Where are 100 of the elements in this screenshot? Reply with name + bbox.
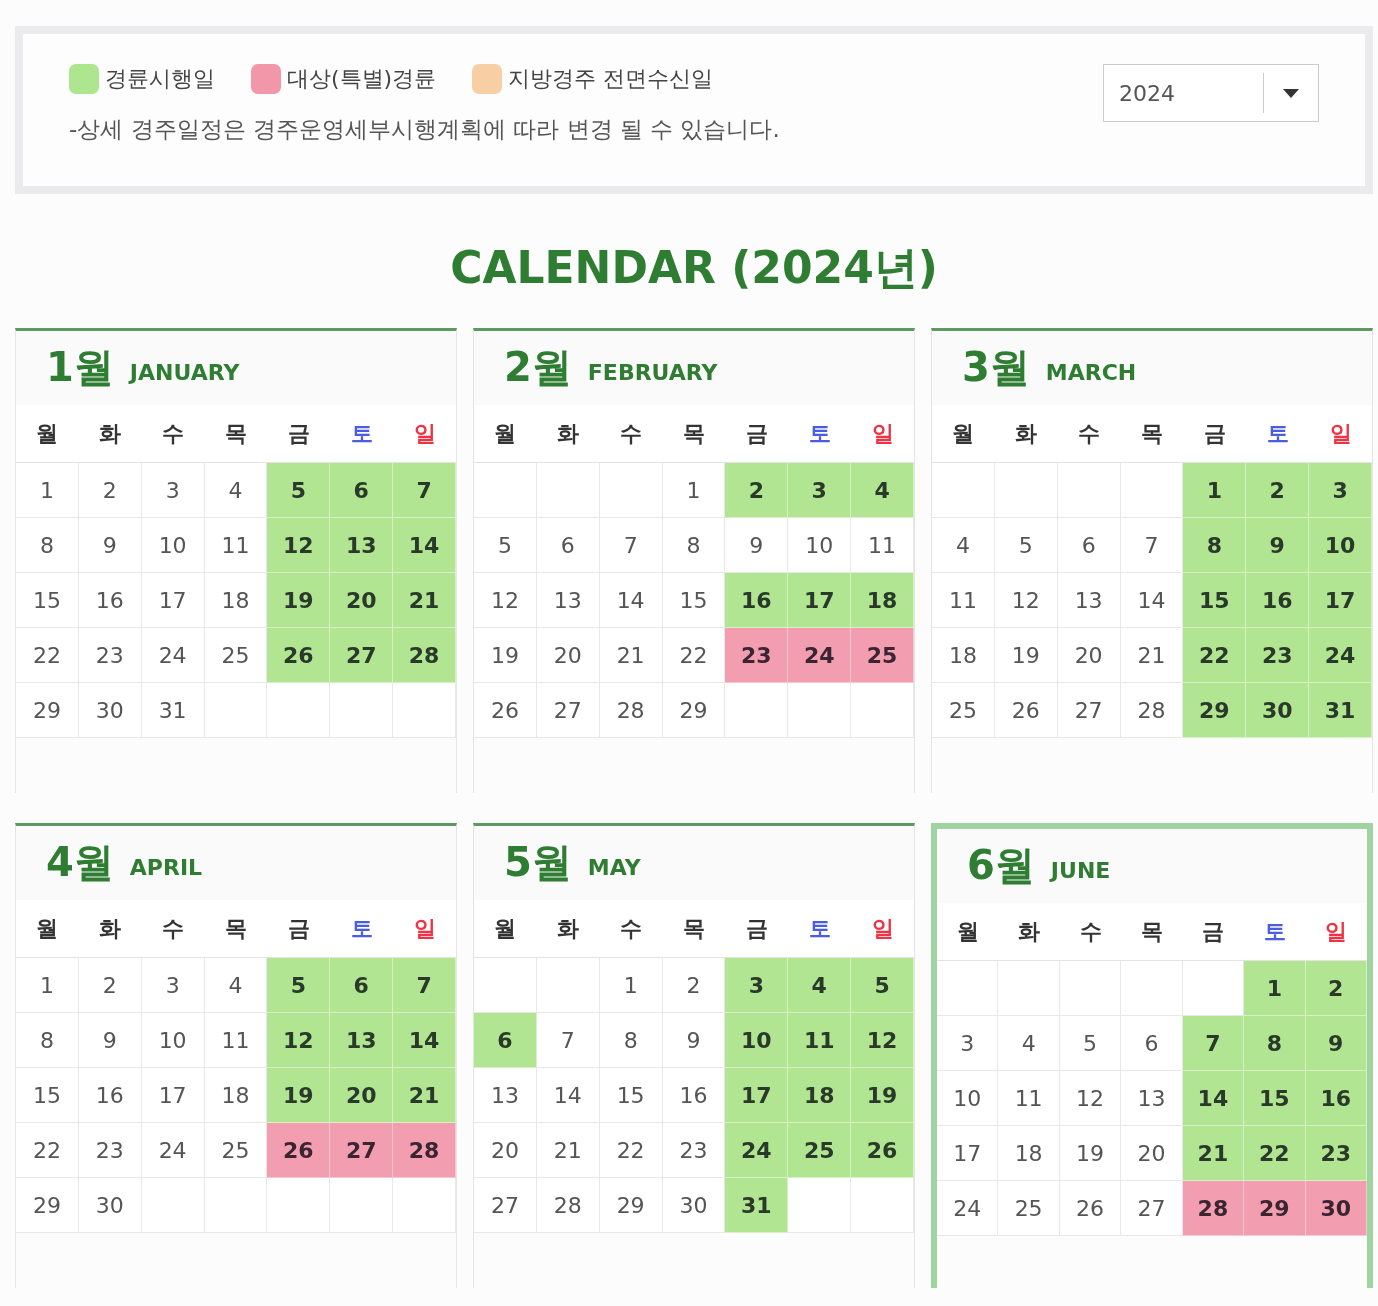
day-cell: 25 [788, 1123, 852, 1178]
day-cell: 8 [16, 1013, 79, 1068]
day-cell: 14 [1182, 1071, 1245, 1126]
day-cell: 10 [141, 1013, 205, 1068]
day-cell: 17 [725, 1068, 789, 1123]
empty-cell [599, 463, 663, 518]
weekday-label: 토 [1265, 419, 1290, 448]
day-cell: 29 [1183, 683, 1247, 738]
month-card[interactable]: 4월 APRIL 월 화 수 목 금 토 일 1 2 3 4 5 6 7 8 9 10 11 12 13 14 15 16 17 18 19 20 21 22 23 24 25 26 27 28 29 30 [15, 823, 457, 1288]
day-cell: 9 [1246, 518, 1310, 573]
day-cell: 5 [474, 518, 537, 573]
empty-cell [1059, 961, 1122, 1016]
day-cell: 20 [474, 1123, 537, 1178]
day-cell: 2 [78, 958, 142, 1013]
day-cell: 16 [78, 1068, 142, 1123]
day-cell: 14 [599, 573, 663, 628]
day-cell: 12 [267, 518, 331, 573]
day-cell: 3 [788, 463, 852, 518]
caret-icon [1283, 88, 1299, 98]
day-cell: 3 [1309, 463, 1372, 518]
day-cell: 2 [725, 463, 789, 518]
day-cell: 6 [1121, 1016, 1183, 1071]
day-cell: 4 [851, 463, 914, 518]
day-cell: 20 [330, 1068, 394, 1123]
calendar-title: CALENDAR (2024년) [449, 241, 939, 295]
weekday-label: 화 [1017, 917, 1042, 946]
day-cell: 10 [141, 518, 205, 573]
day-cell: 1 [599, 958, 663, 1013]
day-cell: 11 [998, 1071, 1060, 1126]
day-cell: 11 [932, 573, 995, 628]
month-card[interactable]: 3월 MARCH 월 화 수 목 금 토 일 1 2 3 4 5 6 7 8 9 10 11 12 13 14 15 16 17 18 19 20 21 22 23 24 25 26 27 28 29 30 31 [931, 328, 1373, 793]
day-cell: 7 [536, 1013, 600, 1068]
empty-cell [536, 958, 600, 1013]
weekday-label: 토 [807, 914, 832, 943]
year-select[interactable]: 2024 [1103, 64, 1319, 122]
month-name: MAY [587, 855, 641, 882]
month-name: JUNE [1050, 858, 1111, 885]
day-cell: 12 [851, 1013, 914, 1068]
weekday-label: 화 [1014, 419, 1039, 448]
weekday-label: 수 [619, 914, 644, 943]
month-card[interactable]: 5월 MAY 월 화 수 목 금 토 일 1 2 3 4 5 6 7 8 9 10 11 12 13 14 15 16 17 18 19 20 21 22 23 24 25 26 27 28 29 30 31 [473, 823, 915, 1288]
day-cell: 7 [393, 463, 456, 518]
weekday-label: 금 [1202, 419, 1227, 448]
day-cell: 13 [474, 1068, 537, 1123]
weekday-label: 금 [744, 419, 769, 448]
day-cell: 12 [1059, 1071, 1122, 1126]
day-cell: 2 [1305, 961, 1367, 1016]
day-cell: 23 [78, 1123, 142, 1178]
day-cell: 22 [599, 1123, 663, 1178]
day-cell: 13 [1121, 1071, 1183, 1126]
day-cell: 3 [937, 1016, 999, 1071]
weekday-label: 목 [224, 914, 248, 943]
weekday-label: 일 [412, 914, 437, 943]
month-number: 6월 [967, 843, 1035, 887]
day-cell: 17 [788, 573, 852, 628]
day-cell: 13 [330, 518, 394, 573]
day-cell: 15 [599, 1068, 663, 1123]
day-cell: 22 [1244, 1126, 1306, 1181]
day-cell: 5 [994, 518, 1058, 573]
month-number: 5월 [504, 840, 572, 884]
day-cell: 10 [937, 1071, 999, 1126]
day-cell: 4 [788, 958, 852, 1013]
empty-cell [994, 463, 1058, 518]
month-name: APRIL [129, 855, 203, 882]
month-card[interactable]: 2월 FEBRUARY 월 화 수 목 금 토 일 1 2 3 4 5 6 7 8 9 10 11 12 13 14 15 16 17 18 19 20 21 22 23 24 25 26 27 28 29 [473, 328, 915, 793]
day-cell: 7 [1182, 1016, 1245, 1071]
day-cell: 31 [725, 1178, 789, 1233]
weekday-label: 월 [35, 419, 60, 448]
day-cell: 13 [1057, 573, 1121, 628]
day-cell: 21 [599, 628, 663, 683]
month-name: MARCH [1045, 360, 1137, 387]
day-cell: 8 [1244, 1016, 1306, 1071]
day-cell: 28 [1182, 1181, 1245, 1236]
day-cell: 6 [330, 463, 394, 518]
day-cell: 23 [1305, 1126, 1367, 1181]
day-cell: 3 [141, 958, 205, 1013]
weekday-label: 화 [98, 914, 123, 943]
weekday-label: 목 [1140, 917, 1164, 946]
month-card[interactable]: 1월 JANUARY 월 화 수 목 금 토 일 1 2 3 4 5 6 7 8 9 10 11 12 13 14 15 16 17 18 19 20 21 22 23 24 25 26 27 28 29 30 31 [15, 328, 457, 793]
day-cell: 27 [330, 1123, 394, 1178]
weekday-label: 월 [955, 917, 980, 946]
day-cell: 13 [536, 573, 600, 628]
day-cell: 9 [1305, 1016, 1367, 1071]
weekday-label: 월 [951, 419, 976, 448]
weekday-label: 수 [161, 419, 186, 448]
day-cell: 17 [1309, 573, 1372, 628]
day-cell: 24 [788, 628, 852, 683]
day-cell: 13 [330, 1013, 394, 1068]
day-cell: 18 [851, 573, 914, 628]
day-cell: 20 [1057, 628, 1121, 683]
day-cell: 21 [536, 1123, 600, 1178]
day-cell: 16 [78, 573, 142, 628]
month-card[interactable]: 6월 JUNE 월 화 수 목 금 토 일 1 2 3 4 5 6 7 8 9 10 11 12 13 14 15 16 17 18 19 20 21 22 23 24 25 26 27 28 29 30 [931, 823, 1373, 1288]
day-cell: 26 [267, 628, 331, 683]
day-cell: 10 [1309, 518, 1372, 573]
weekday-label: 월 [493, 419, 518, 448]
day-cell: 20 [330, 573, 394, 628]
day-cell: 8 [599, 1013, 663, 1068]
day-cell: 18 [788, 1068, 852, 1123]
weekday-label: 금 [744, 914, 769, 943]
